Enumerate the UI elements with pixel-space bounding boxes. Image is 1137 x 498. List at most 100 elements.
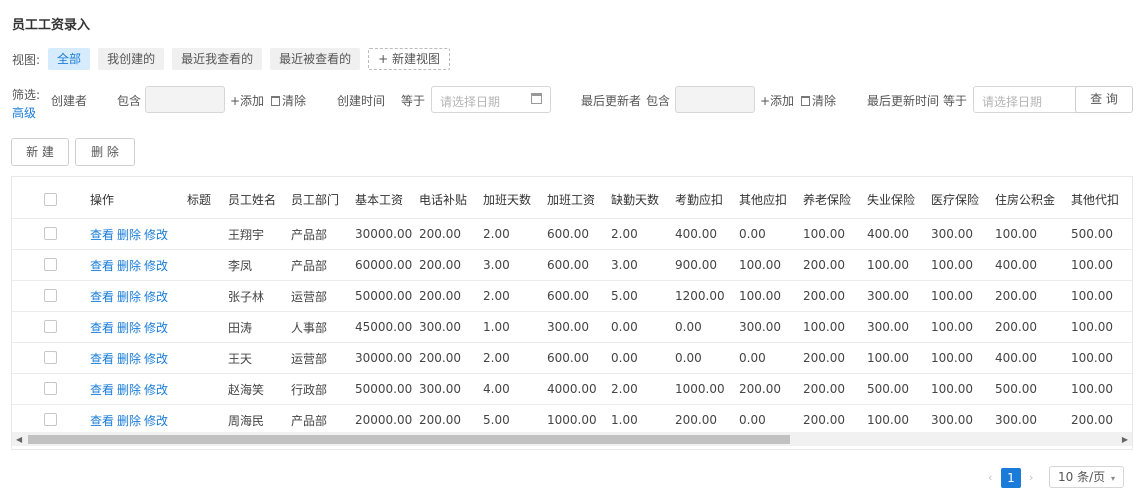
creator-input[interactable]: [145, 86, 225, 113]
table-cell: 行政部: [291, 382, 328, 397]
column-header[interactable]: 其他代扣: [1071, 181, 1119, 218]
creator-operator[interactable]: 包含: [117, 92, 141, 109]
column-header[interactable]: 加班天数: [483, 181, 531, 218]
row-checkbox[interactable]: [44, 320, 57, 333]
table-cell: 100.00: [739, 289, 781, 303]
column-header[interactable]: 住房公积金: [995, 181, 1055, 218]
new-button[interactable]: 新 建: [11, 138, 69, 166]
creator-add-link[interactable]: +添加: [230, 92, 264, 109]
select-all-checkbox[interactable]: [44, 192, 57, 206]
page-number-current[interactable]: 1: [1001, 468, 1021, 488]
edit-link[interactable]: 修改: [144, 350, 168, 367]
view-mine-button[interactable]: 我创建的: [98, 48, 165, 70]
view-link[interactable]: 查看: [90, 350, 114, 367]
table-cell: 4.00: [483, 382, 510, 396]
scrollbar-thumb[interactable]: [28, 435, 790, 444]
delete-link[interactable]: 删除: [117, 319, 141, 336]
table-cell: 100.00: [931, 258, 973, 272]
page-title: 员工工资录入: [12, 18, 91, 33]
table-cell: 100.00: [931, 289, 973, 303]
updater-clear-link[interactable]: 清除: [801, 92, 836, 109]
delete-link[interactable]: 删除: [117, 381, 141, 398]
column-header[interactable]: 员工部门: [291, 181, 339, 218]
table-cell: 3.00: [611, 258, 638, 272]
chevron-down-icon: ▾: [1110, 474, 1115, 483]
table-cell: 300.00: [867, 320, 909, 334]
advanced-filter-link[interactable]: 高级: [12, 104, 36, 121]
updater-operator[interactable]: 包含: [646, 92, 670, 109]
view-link[interactable]: 查看: [90, 288, 114, 305]
row-checkbox[interactable]: [44, 227, 57, 240]
delete-link[interactable]: 删除: [117, 288, 141, 305]
edit-link[interactable]: 修改: [144, 226, 168, 243]
table-cell: 100.00: [931, 382, 973, 396]
table-cell: 田涛: [228, 320, 253, 335]
view-link[interactable]: 查看: [90, 319, 114, 336]
creator-clear-link[interactable]: 清除: [271, 92, 306, 109]
edit-link[interactable]: 修改: [144, 412, 168, 429]
updated-time-operator[interactable]: 等于: [943, 92, 967, 109]
table-cell: 400.00: [995, 258, 1037, 272]
updated-time-date-picker[interactable]: 请选择日期: [973, 86, 1083, 113]
view-link[interactable]: 查看: [90, 412, 114, 429]
delete-button[interactable]: 删 除: [75, 138, 135, 166]
delete-link[interactable]: 删除: [117, 226, 141, 243]
updater-field-label: 最后更新者: [581, 94, 642, 108]
column-header[interactable]: 缺勤天数: [611, 181, 659, 218]
column-header[interactable]: 其他应扣: [739, 181, 787, 218]
row-checkbox[interactable]: [44, 351, 57, 364]
updater-input[interactable]: [675, 86, 755, 113]
table-cell: 50000.00: [355, 382, 413, 396]
delete-link[interactable]: 删除: [117, 412, 141, 429]
table-cell: 200.00: [1071, 413, 1113, 427]
table-cell: 100.00: [995, 227, 1037, 241]
table-cell: 1.00: [483, 320, 510, 334]
new-view-button[interactable]: + 新建视图: [368, 48, 450, 70]
created-time-operator[interactable]: 等于: [401, 92, 425, 109]
column-header[interactable]: 标题: [187, 181, 211, 218]
table-cell: 1200.00: [675, 289, 725, 303]
table-cell: 200.00: [419, 351, 461, 365]
column-header[interactable]: 员工姓名: [228, 181, 276, 218]
query-button[interactable]: 查 询: [1075, 86, 1133, 113]
column-header[interactable]: 医疗保险: [931, 181, 979, 218]
delete-link[interactable]: 删除: [117, 257, 141, 274]
view-link[interactable]: 查看: [90, 226, 114, 243]
table-cell: 3.00: [483, 258, 510, 272]
table-cell: 100.00: [1071, 320, 1113, 334]
horizontal-scrollbar[interactable]: ◀ ▶: [12, 432, 1132, 446]
table-cell: 100.00: [739, 258, 781, 272]
table-cell: 200.00: [803, 382, 845, 396]
view-recent-viewed-button[interactable]: 最近我查看的: [172, 48, 263, 70]
row-checkbox[interactable]: [44, 382, 57, 395]
scroll-left-icon[interactable]: ◀: [16, 435, 22, 444]
chevron-right-icon[interactable]: ›: [1029, 471, 1033, 484]
column-header[interactable]: 失业保险: [867, 181, 915, 218]
page-size-select[interactable]: 10 条/页 ▾: [1049, 466, 1124, 488]
column-header[interactable]: 考勤应扣: [675, 181, 723, 218]
edit-link[interactable]: 修改: [144, 288, 168, 305]
column-header[interactable]: 加班工资: [547, 181, 595, 218]
delete-link[interactable]: 删除: [117, 350, 141, 367]
edit-link[interactable]: 修改: [144, 381, 168, 398]
view-recently-viewed-by-others-button[interactable]: 最近被查看的: [270, 48, 361, 70]
edit-link[interactable]: 修改: [144, 257, 168, 274]
row-checkbox[interactable]: [44, 289, 57, 302]
updater-add-link[interactable]: +添加: [760, 92, 794, 109]
row-checkbox[interactable]: [44, 258, 57, 271]
created-time-date-picker[interactable]: 请选择日期: [431, 86, 551, 113]
table-cell: 1000.00: [675, 382, 725, 396]
column-header[interactable]: 电话补贴: [419, 181, 467, 218]
column-header[interactable]: 养老保险: [803, 181, 851, 218]
row-checkbox[interactable]: [44, 413, 57, 426]
column-header[interactable]: 操作: [90, 181, 114, 218]
view-link[interactable]: 查看: [90, 257, 114, 274]
table-cell: 产品部: [291, 227, 328, 242]
column-header[interactable]: 基本工资: [355, 181, 403, 218]
edit-link[interactable]: 修改: [144, 319, 168, 336]
view-link[interactable]: 查看: [90, 381, 114, 398]
scroll-right-icon[interactable]: ▶: [1122, 435, 1128, 444]
view-all-button[interactable]: 全部: [48, 48, 91, 70]
salary-table: 操作 标题 员工姓名 员工部门 基本工资 电话补贴 加班天数 加班工资 缺勤天数 考勤应扣 其他应扣…: [11, 176, 1133, 450]
chevron-left-icon[interactable]: ‹: [988, 471, 992, 484]
